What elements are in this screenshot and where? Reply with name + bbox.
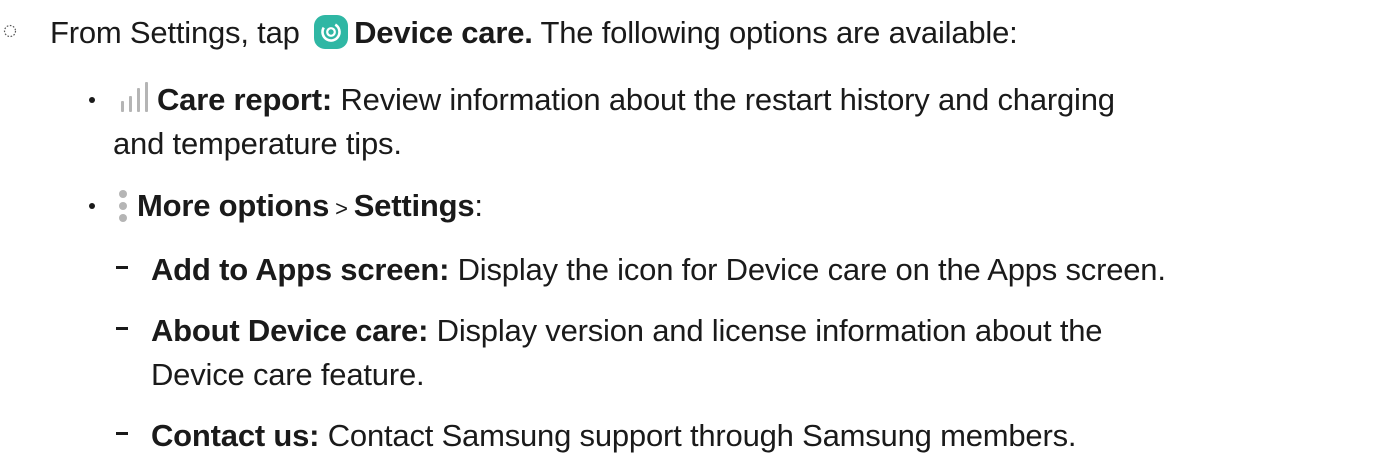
more-options-icon	[119, 190, 127, 222]
add-to-apps-desc: Display the icon for Device care on the …	[449, 252, 1166, 287]
contact-line: Contact us: Contact Samsung support thro…	[151, 416, 1076, 456]
settings-colon: :	[474, 188, 483, 223]
contact-title: Contact us:	[151, 418, 320, 453]
about-line-2: Device care feature.	[151, 355, 425, 395]
care-report-line: Care report: Review information about th…	[117, 80, 1115, 120]
step-prefix: From Settings, tap	[50, 15, 309, 50]
dash-marker	[116, 327, 128, 330]
dash-marker	[116, 432, 128, 435]
more-options-title: More options	[137, 188, 330, 223]
bullet-dot	[89, 203, 95, 209]
about-desc-2: Device care feature.	[151, 357, 425, 392]
settings-title: Settings	[353, 188, 475, 223]
care-report-title: Care report:	[157, 82, 333, 117]
more-options-separator: >	[329, 196, 354, 221]
care-report-desc-2: and temperature tips.	[113, 126, 402, 161]
about-title: About Device care:	[151, 313, 429, 348]
about-desc: Display version and license information …	[428, 313, 1103, 348]
contact-desc: Contact Samsung support through Samsung …	[319, 418, 1077, 453]
about-line: About Device care: Display version and l…	[151, 311, 1103, 351]
care-report-line-2: and temperature tips.	[113, 124, 402, 164]
more-options-line: More options > Settings:	[113, 186, 483, 229]
dash-marker	[116, 266, 128, 269]
care-report-desc: Review information about the restart his…	[332, 82, 1115, 117]
step-line: From Settings, tap Device care. The foll…	[50, 13, 1018, 53]
add-to-apps-title: Add to Apps screen:	[151, 252, 450, 287]
bullet-dot	[89, 97, 95, 103]
device-care-icon	[314, 15, 349, 49]
add-to-apps-line: Add to Apps screen: Display the icon for…	[151, 250, 1166, 290]
step-marker-icon	[3, 24, 17, 38]
step-suffix: The following options are available:	[532, 15, 1018, 50]
device-care-label: Device care.	[354, 15, 533, 50]
care-report-bars-icon	[121, 82, 148, 112]
